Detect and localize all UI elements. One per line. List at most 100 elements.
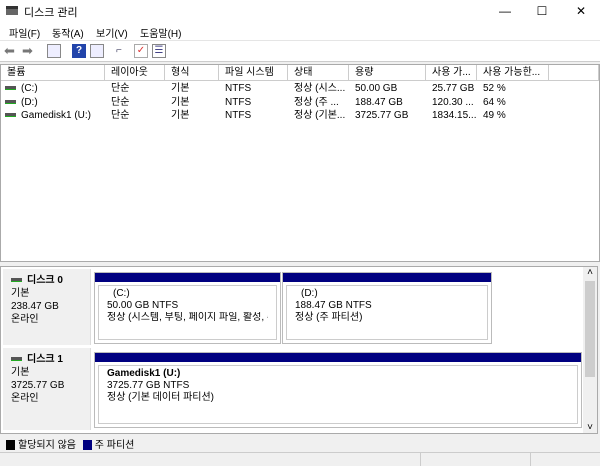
check-icon[interactable]: ✓	[134, 44, 148, 58]
drive-icon	[5, 86, 16, 91]
column-header-capacity[interactable]: 용량	[349, 65, 426, 81]
cell-free-space: 1834.15...	[432, 109, 477, 122]
column-header-volume[interactable]: 볼륨	[1, 65, 105, 81]
column-header-free-space[interactable]: 사용 가...	[426, 65, 477, 81]
drive-icon	[5, 99, 16, 104]
partition-status: 정상 (시스템, 부팅, 페이지 파일, 활성, 주	[107, 312, 268, 323]
menu-file[interactable]: 파일(F)	[9, 25, 40, 40]
cell-text: 기본	[171, 96, 190, 108]
cell-text: 단순	[111, 96, 130, 108]
cell-percent-free: 52 %	[483, 82, 549, 95]
minimize-button[interactable]: —	[488, 0, 522, 22]
partition-name: Gamedisk1 (U:)	[107, 368, 181, 379]
help-icon[interactable]: ?	[72, 44, 86, 58]
cell-text: 25.77 GB	[432, 83, 475, 94]
table-row[interactable]: (D:) 단순 기본 NTFS 정상 (주 ... 188.47 GB 120.30 ...…	[1, 96, 599, 109]
column-header-layout[interactable]: 레이아웃	[105, 65, 165, 81]
column-header-percent-free[interactable]: 사용 가능한...	[477, 65, 549, 81]
back-icon[interactable]: ⬅	[4, 44, 18, 58]
cell-text: NTFS	[225, 96, 252, 108]
list-icon[interactable]: ☰	[152, 44, 166, 58]
partition-d[interactable]: (D:) 188.47 GB NTFS 정상 (주 파티션)	[282, 272, 492, 344]
disk-status: 온라인	[11, 314, 39, 325]
cell-text: 단순	[111, 110, 130, 121]
unallocated-swatch	[6, 440, 15, 451]
vertical-scrollbar[interactable]: ˄ ˅	[583, 267, 597, 433]
column-header-status[interactable]: 상태	[288, 65, 349, 81]
disk-size: 238.47 GB	[11, 301, 59, 312]
cell-text: 정상 (주 ...	[294, 96, 339, 108]
maximize-button[interactable]: ☐	[525, 0, 559, 22]
drive-icon	[5, 113, 16, 118]
disk-1-label[interactable]: 디스크 1 기본 3725.77 GB 온라인	[3, 348, 91, 430]
legend: 할당되지 않음 주 파티션	[0, 434, 600, 452]
menu-view[interactable]: 보기(V)	[96, 25, 128, 40]
partition-size: 3725.77 GB NTFS	[107, 380, 190, 391]
cell-text: 120.30 ...	[432, 96, 474, 108]
app-icon	[6, 6, 18, 15]
partition-status: 정상 (주 파티션)	[295, 312, 363, 323]
cell-volume: (C:)	[5, 82, 103, 95]
table-row[interactable]: (C:) 단순 기본 NTFS 정상 (시스... 50.00 GB 25.77 GB 52 …	[1, 82, 599, 95]
legend-primary: 주 파티션	[94, 440, 135, 451]
menu-help[interactable]: 도움말(H)	[140, 25, 181, 40]
cell-text: 기본	[171, 83, 190, 94]
cell-text: 단순	[111, 83, 130, 94]
cell-text: NTFS	[225, 110, 252, 121]
cell-layout: 단순	[111, 82, 165, 95]
connect-icon[interactable]: ⌐	[116, 44, 130, 58]
disk-status: 온라인	[11, 393, 39, 404]
cell-text: Gamedisk1 (U:)	[21, 110, 92, 121]
console-tree-icon[interactable]	[47, 44, 61, 58]
cell-volume: (D:)	[5, 96, 103, 109]
volume-list: 볼륨 레이아웃 형식 파일 시스템 상태 용량 사용 가... 사용 가능한... (C:) 단…	[0, 64, 600, 262]
cell-file-system: NTFS	[225, 82, 288, 95]
partition-status: 정상 (기본 데이터 파티션)	[107, 392, 214, 403]
table-row[interactable]: Gamedisk1 (U:) 단순 기본 NTFS 정상 (기본... 3725.77 G…	[1, 109, 599, 122]
partition-name: (C:)	[113, 288, 130, 299]
scroll-thumb[interactable]	[585, 281, 595, 377]
legend-unallocated: 할당되지 않음	[18, 440, 76, 451]
cell-file-system: NTFS	[225, 109, 288, 122]
scroll-down-button[interactable]: ˅	[583, 422, 597, 433]
cell-text: 188.47 GB	[355, 96, 403, 108]
cell-text: 49 %	[483, 110, 506, 121]
column-header-file-system[interactable]: 파일 시스템	[219, 65, 288, 81]
menu-action[interactable]: 동작(A)	[52, 25, 84, 40]
cell-type: 기본	[171, 82, 219, 95]
cell-text: NTFS	[225, 83, 252, 94]
cell-free-space: 25.77 GB	[432, 82, 477, 95]
cell-text: 52 %	[483, 83, 506, 94]
title-bar: 디스크 관리 — ☐ ✕	[0, 0, 600, 22]
primary-partition-bar	[283, 273, 491, 282]
column-header-type[interactable]: 형식	[165, 65, 219, 81]
partition-name: (D:)	[301, 288, 318, 299]
cell-text: (D:)	[21, 96, 38, 108]
disk-0-label[interactable]: 디스크 0 기본 238.47 GB 온라인	[3, 269, 91, 345]
cell-capacity: 3725.77 GB	[355, 109, 426, 122]
partition-u[interactable]: Gamedisk1 (U:) 3725.77 GB NTFS 정상 (기본 데이…	[94, 352, 582, 428]
disk-name: 디스크 0	[27, 275, 63, 286]
close-button[interactable]: ✕	[564, 0, 598, 22]
primary-partition-bar	[95, 353, 581, 362]
partition-c[interactable]: (C:) 50.00 GB NTFS 정상 (시스템, 부팅, 페이지 파일, …	[94, 272, 281, 344]
cell-text: 정상 (기본...	[294, 110, 346, 121]
cell-layout: 단순	[111, 96, 165, 109]
primary-partition-bar	[95, 273, 280, 282]
cell-text: (C:)	[21, 83, 38, 94]
cell-status: 정상 (기본...	[294, 109, 349, 122]
cell-text: 3725.77 GB	[355, 110, 409, 121]
column-header-empty[interactable]	[549, 65, 599, 81]
scroll-up-button[interactable]: ˄	[583, 267, 597, 281]
cell-type: 기본	[171, 109, 219, 122]
cell-text: 50.00 GB	[355, 83, 398, 94]
cell-text: 1834.15...	[432, 110, 477, 121]
cell-text: 64 %	[483, 96, 506, 108]
cell-capacity: 188.47 GB	[355, 96, 426, 109]
menu-bar: 파일(F) 동작(A) 보기(V) 도움말(H)	[0, 22, 600, 40]
properties-icon[interactable]	[90, 44, 104, 58]
forward-icon[interactable]: ➡	[22, 44, 36, 58]
cell-percent-free: 49 %	[483, 109, 549, 122]
disk-type: 기본	[11, 288, 30, 299]
status-bar	[0, 452, 600, 466]
